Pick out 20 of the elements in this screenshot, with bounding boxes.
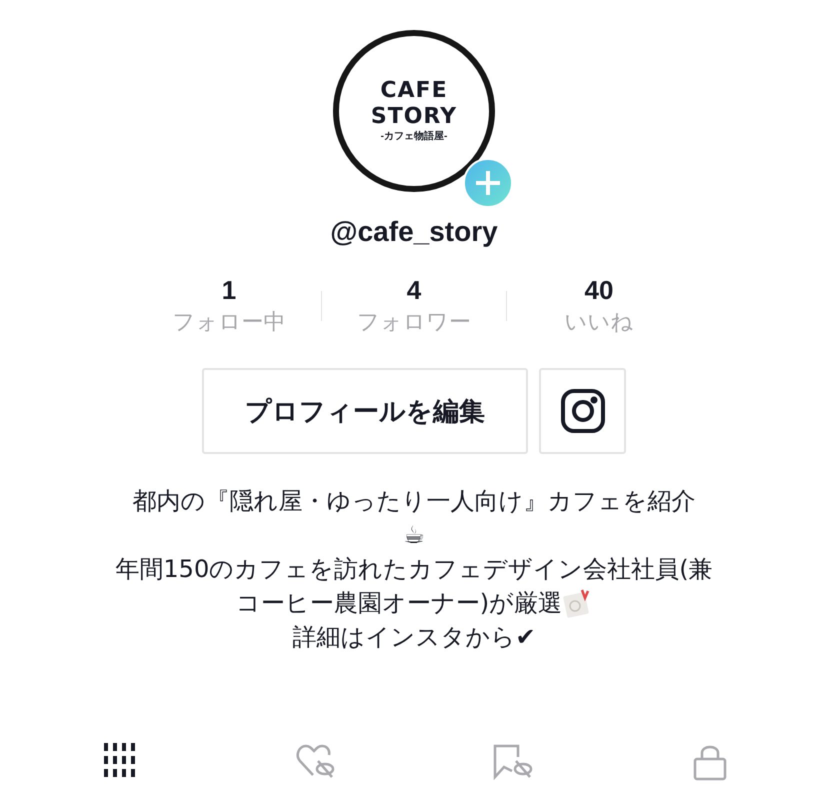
stat-value: 1 <box>222 274 236 306</box>
logo-text: CAFE <box>380 78 448 104</box>
instagram-button[interactable] <box>539 368 626 454</box>
logo-text: STORY <box>370 104 458 130</box>
grid-icon[interactable] <box>102 743 134 777</box>
bio-text: ☕ <box>403 520 425 551</box>
stat-value: 40 <box>584 274 614 306</box>
bio-text: 都内の『隠れ屋・ゆったり一人向け』カフェを紹介 <box>132 486 696 517</box>
add-icon[interactable] <box>463 158 513 208</box>
bio-text: 詳細はインスタから✔ <box>292 622 536 653</box>
stat-label: フォロワー <box>357 308 471 336</box>
username: @cafe_story <box>330 215 498 249</box>
bio-text: 年間150のカフェを訪れたカフェデザイン会社社員(兼 <box>115 554 713 585</box>
stat-value: 4 <box>406 274 422 306</box>
edit-profile-button[interactable]: プロフィールを編集 <box>202 368 528 454</box>
stat-label: いいね <box>564 308 634 336</box>
instagram-icon <box>560 389 604 433</box>
stat-label: フォロー中 <box>172 308 286 336</box>
bio-text: コーヒー農園オーナー)が厳選 <box>236 588 562 619</box>
logo-subtitle: -カフェ物語屋- <box>380 130 448 144</box>
